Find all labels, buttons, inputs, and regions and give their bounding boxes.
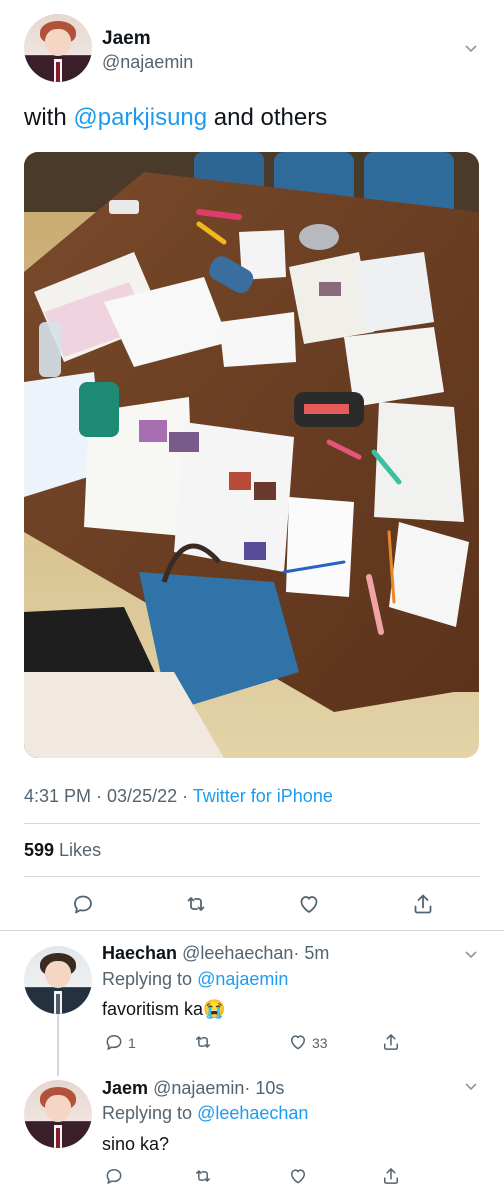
reply-text: sino ka? <box>102 1134 170 1154</box>
retweet-icon[interactable] <box>193 1166 213 1186</box>
divider <box>0 930 504 931</box>
avatar-face <box>45 960 71 989</box>
avatar[interactable] <box>24 946 92 1014</box>
avatar-face <box>45 28 71 57</box>
reply-author-handle[interactable]: @leehaechan <box>182 943 293 963</box>
share-icon[interactable] <box>411 892 435 916</box>
share-icon[interactable] <box>381 1166 401 1186</box>
reply-author-name[interactable]: Jaem <box>102 1078 148 1098</box>
tweet-photo[interactable] <box>24 152 479 758</box>
reply-author-name[interactable]: Haechan <box>102 943 177 963</box>
reply-time: · 5m <box>293 943 330 963</box>
tweet-meta: 4:31 PM · 03/25/22 · Twitter for iPhone <box>24 786 333 807</box>
heart-icon[interactable] <box>297 892 321 916</box>
likes-number: 599 <box>24 840 55 860</box>
chevron-down-icon[interactable] <box>464 42 478 56</box>
like-count: 33 <box>312 1035 328 1051</box>
author-name[interactable]: Jaem <box>102 28 151 50</box>
avatar-face <box>45 1094 71 1123</box>
tweet-source[interactable]: Twitter for iPhone <box>193 786 333 806</box>
tweet-text-prefix: with <box>24 104 74 131</box>
tweet-timestamp[interactable]: 4:31 PM · 03/25/22 · <box>24 786 193 806</box>
author-handle[interactable]: @najaemin <box>102 52 193 73</box>
reply-header: Haechan @leehaechan· 5m <box>102 943 329 964</box>
replying-label: Replying to <box>102 969 198 989</box>
heart-icon[interactable] <box>288 1032 308 1052</box>
heart-icon[interactable] <box>288 1166 308 1186</box>
replying-mention[interactable]: @najaemin <box>197 969 288 989</box>
avatar[interactable] <box>24 1080 92 1148</box>
divider <box>24 876 480 877</box>
divider <box>24 823 480 824</box>
thread-line <box>57 1014 59 1076</box>
reply-header: Jaem @najaemin· 10s <box>102 1078 284 1099</box>
reply-time: · 10s <box>244 1078 285 1098</box>
replying-label: Replying to <box>102 1103 198 1123</box>
tweet-text-suffix: and others <box>207 104 328 131</box>
reply-count: 1 <box>128 1035 136 1051</box>
replying-to: Replying to @leehaechan <box>102 1103 308 1124</box>
reply-text: favoritism ka😭 <box>102 999 226 1019</box>
reply-icon[interactable] <box>104 1166 124 1186</box>
mention-link[interactable]: @parkjisung <box>73 104 207 131</box>
photo-illustration <box>24 152 479 758</box>
retweet-icon[interactable] <box>193 1032 213 1052</box>
replying-mention[interactable]: @leehaechan <box>197 1103 308 1123</box>
chevron-down-icon[interactable] <box>464 948 478 962</box>
reply-icon[interactable] <box>104 1032 124 1052</box>
avatar-tie <box>56 61 60 82</box>
share-icon[interactable] <box>381 1032 401 1052</box>
reply-author-handle[interactable]: @najaemin <box>153 1078 244 1098</box>
replying-to: Replying to @najaemin <box>102 969 288 990</box>
likes-count[interactable]: 599 Likes <box>24 840 101 861</box>
avatar-tie <box>56 993 60 1014</box>
tweet-text: with @parkjisung and others <box>24 104 327 132</box>
likes-label: Likes <box>54 840 102 860</box>
avatar-tie <box>56 1127 60 1148</box>
avatar[interactable] <box>24 14 92 82</box>
reply-icon[interactable] <box>71 892 95 916</box>
retweet-icon[interactable] <box>184 892 208 916</box>
chevron-down-icon[interactable] <box>464 1080 478 1094</box>
